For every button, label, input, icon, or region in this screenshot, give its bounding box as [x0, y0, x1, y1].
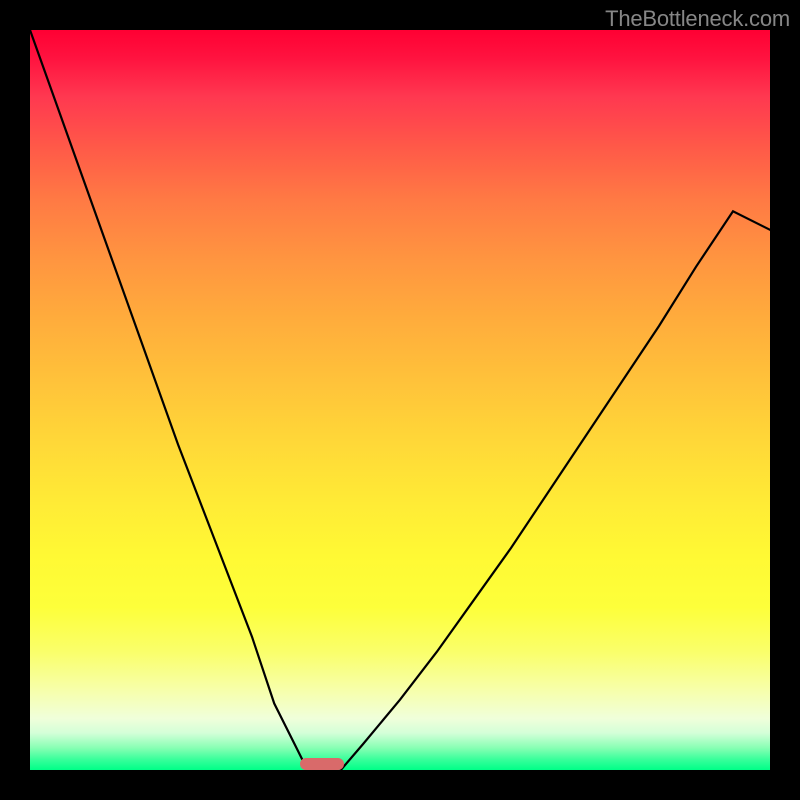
curve-right-branch — [341, 211, 770, 770]
chart-container — [30, 30, 770, 770]
watermark-text: TheBottleneck.com — [605, 6, 790, 32]
curve-overlay — [30, 30, 770, 770]
plot-area — [30, 30, 770, 770]
curve-left-branch — [30, 30, 308, 770]
bottleneck-marker — [300, 758, 344, 770]
